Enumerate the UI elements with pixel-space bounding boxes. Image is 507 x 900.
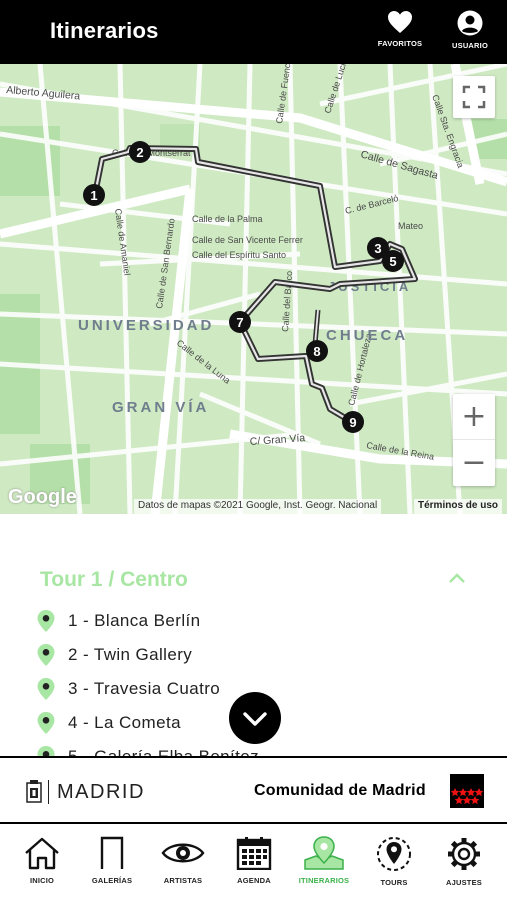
nav-agenda[interactable]: AGENDA [222, 836, 286, 896]
street-label: Calle del Espíritu Santo [192, 250, 286, 260]
nav-label: TOURS [380, 878, 408, 887]
stop-name: 4 - La Cometa [68, 713, 181, 732]
fullscreen-icon [462, 85, 486, 109]
favorites-button[interactable]: FAVORITOS [370, 10, 430, 60]
nav-label: GALERÍAS [91, 876, 133, 885]
gear-icon [448, 838, 480, 870]
location-pin-icon [37, 644, 55, 666]
chevron-up-icon [449, 573, 465, 583]
tour-title[interactable]: Tour 1 / Centro [40, 568, 188, 592]
route-marker[interactable]: 7 [229, 311, 251, 333]
svg-text:9: 9 [349, 415, 356, 430]
comunidad-flag-icon [450, 774, 484, 808]
route-marker[interactable]: 8 [306, 340, 328, 362]
page-title: Itinerarios [50, 18, 159, 43]
nav-label: AGENDA [237, 876, 271, 885]
top-bar: Itinerarios FAVORITOS USUARIO [0, 0, 507, 64]
user-label: USUARIO [452, 41, 488, 50]
madrid-logo: MADRID [26, 780, 145, 804]
stop-name: 5 - Galería Elba Benítez [68, 747, 259, 756]
logo-separator [48, 780, 49, 804]
svg-text:1: 1 [90, 188, 97, 203]
stop-item[interactable]: 2 - Twin Gallery [36, 638, 259, 672]
svg-text:2: 2 [136, 145, 143, 160]
user-icon [457, 10, 483, 36]
route-marker[interactable]: 9 [342, 411, 364, 433]
stop-item[interactable]: 1 - Blanca Berlín [36, 604, 259, 638]
svg-text:3: 3 [374, 241, 381, 256]
stop-item[interactable]: 3 - Travesia Cuatro [36, 672, 259, 706]
map-pin-icon [304, 836, 344, 870]
route-marker[interactable]: 1 [83, 184, 105, 206]
street-label: Calle de la Palma [192, 214, 263, 224]
stop-item[interactable]: 5 - Galería Elba Benítez [36, 740, 259, 756]
zoom-out-button[interactable]: − [453, 440, 495, 486]
svg-text:7: 7 [236, 315, 243, 330]
street-label: Mateo [398, 221, 423, 231]
map-attribution: Datos de mapas ©2021 Google, Inst. Geogr… [134, 499, 382, 514]
svg-text:8: 8 [313, 344, 320, 359]
nav-label: ITINERARIOS [298, 876, 350, 885]
app: Itinerarios FAVORITOS USUARIO Alberto Ag… [0, 0, 507, 900]
location-pin-icon [37, 712, 55, 734]
map-canvas[interactable]: Alberto Aguilera Calle de Sagasta Calle … [0, 64, 507, 514]
nav-tours[interactable]: TOURS [362, 836, 426, 896]
stop-name: 1 - Blanca Berlín [68, 611, 201, 630]
district-label: UNIVERSIDAD [78, 317, 214, 334]
bottom-nav: INICIO GALERÍAS ARTISTAS AGENDA ITINERAR… [0, 824, 507, 900]
nav-inicio[interactable]: INICIO [10, 836, 74, 896]
gallery-door-icon [100, 836, 124, 869]
nav-itinerarios[interactable]: ITINERARIOS [292, 836, 356, 896]
eye-icon [161, 843, 205, 863]
nav-label: ARTISTAS [163, 876, 203, 885]
stop-item[interactable]: 4 - La Cometa [36, 706, 259, 740]
nav-label: AJUSTES [446, 878, 482, 887]
street-label: Calle de San Vicente Ferrer [192, 235, 303, 245]
calendar-icon [236, 837, 272, 870]
route-map[interactable]: Alberto Aguilera Calle de Sagasta Calle … [0, 64, 507, 514]
fullscreen-button[interactable] [453, 76, 495, 118]
zoom-control: + − [453, 394, 495, 486]
location-pin-icon [37, 610, 55, 632]
district-label: CHUECA [326, 327, 408, 344]
expand-button[interactable] [229, 692, 281, 744]
terms-link[interactable]: Términos de uso [414, 499, 503, 514]
tour-panel: Tour 1 / Centro 1 - Blanca Berlín 2 - Tw… [0, 514, 507, 756]
location-pin-icon [37, 678, 55, 700]
favorites-label: FAVORITOS [377, 39, 423, 48]
district-label: GRAN VÍA [112, 399, 209, 416]
stop-name: 2 - Twin Gallery [68, 645, 193, 664]
nav-artistas[interactable]: ARTISTAS [151, 836, 215, 896]
nav-galerias[interactable]: GALERÍAS [80, 836, 144, 896]
svg-text:5: 5 [389, 254, 396, 269]
madrid-crest-icon [26, 780, 42, 803]
route-marker[interactable]: 2 [129, 141, 151, 163]
heart-icon [388, 11, 412, 33]
tour-pin-icon [377, 837, 411, 871]
comunidad-wordmark: Comunidad de Madrid [254, 782, 426, 799]
stop-name: 3 - Travesia Cuatro [68, 679, 221, 698]
collapse-button[interactable] [446, 568, 468, 590]
nav-label: INICIO [29, 876, 55, 885]
google-logo: Google [8, 486, 77, 508]
stop-list: 1 - Blanca Berlín 2 - Twin Gallery 3 - T… [36, 604, 259, 756]
nav-ajustes[interactable]: AJUSTES [432, 836, 496, 896]
location-pin-icon [37, 746, 55, 756]
zoom-in-button[interactable]: + [453, 394, 495, 440]
user-button[interactable]: USUARIO [440, 10, 500, 60]
chevron-down-icon [243, 712, 267, 726]
route-marker[interactable]: 5 [382, 250, 404, 272]
madrid-wordmark: MADRID [57, 780, 145, 803]
home-icon [25, 837, 59, 870]
sponsor-band: MADRID Comunidad de Madrid [0, 756, 507, 824]
